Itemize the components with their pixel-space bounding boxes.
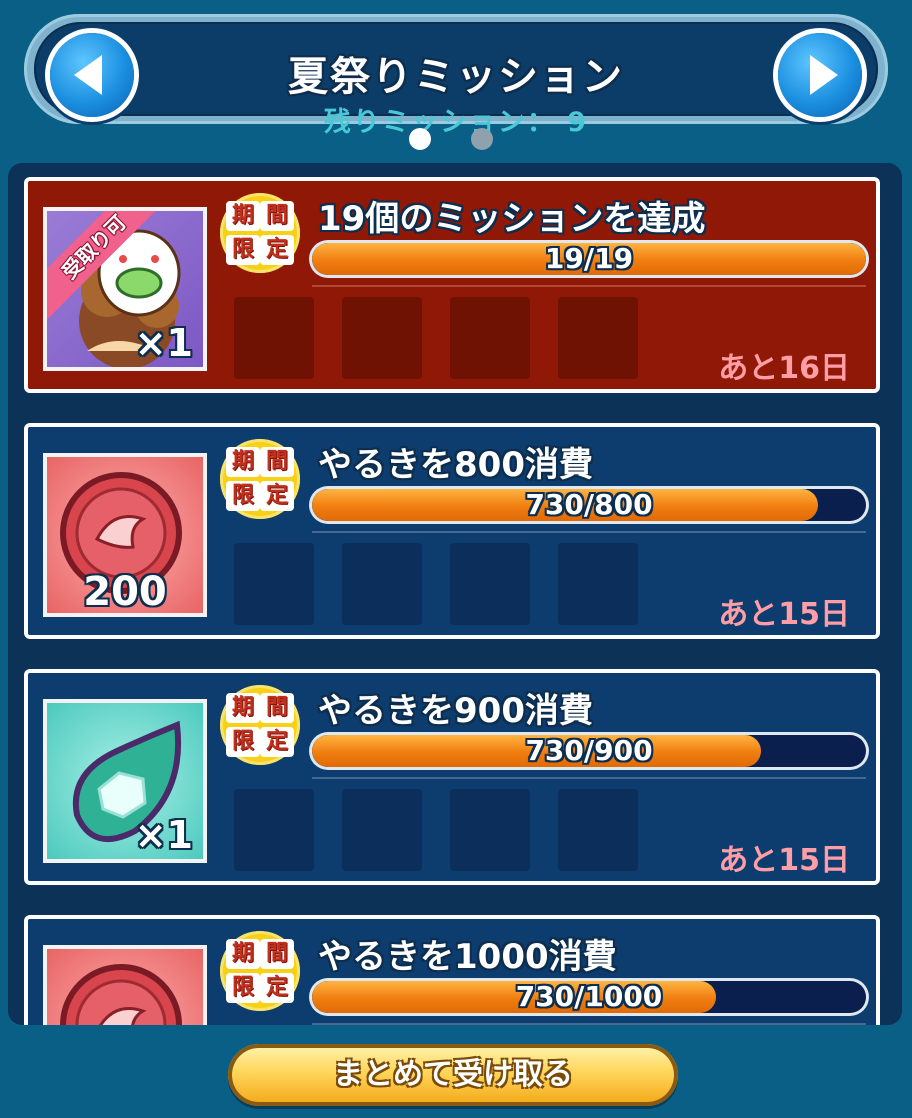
badge-char: 定 (260, 481, 294, 511)
badge-char: 定 (260, 235, 294, 265)
progress-text: 730/800 (525, 489, 653, 521)
header: 夏祭りミッション 残りミッション： 9 (24, 14, 888, 138)
reward-quantity: 200 (83, 569, 167, 615)
limited-time-badge: 期 間 限 定 (220, 193, 300, 273)
page-indicator (0, 128, 912, 152)
mission-card[interactable]: 期 間 限 定 やるきを1000消費 730/1000 (24, 915, 880, 1025)
reward-slot (234, 789, 314, 871)
mission-name: やるきを1000消費 (318, 937, 617, 977)
reward-slot (342, 789, 422, 871)
badge-char: 間 (260, 939, 294, 969)
mission-card[interactable]: ×1 期 間 限 定 やるきを900消費 730/900 あと15日 (24, 669, 880, 885)
header-inner: 夏祭りミッション 残りミッション： 9 (34, 22, 878, 138)
limited-time-badge: 期 間 限 定 (220, 685, 300, 765)
progress-bar: 19/19 (312, 243, 866, 275)
badge-char: 期 (226, 939, 260, 969)
badge-char: 限 (226, 973, 260, 1003)
badge-char: 間 (260, 201, 294, 231)
badge-char: 定 (260, 727, 294, 757)
mission-card[interactable]: 受取り可 ×1 期 間 限 定 19個のミッションを達成 19/19 あと16日 (24, 177, 880, 393)
badge-char: 限 (226, 727, 260, 757)
reward-slot (450, 789, 530, 871)
reward-slot (450, 543, 530, 625)
reward-slot (342, 297, 422, 379)
mission-card[interactable]: 200 期 間 限 定 やるきを800消費 730/800 あと15日 (24, 423, 880, 639)
mission-name: やるきを800消費 (318, 445, 593, 485)
reward-icon-box: 200 (43, 453, 207, 617)
badge-char: 間 (260, 693, 294, 723)
progress-bar: 730/900 (312, 735, 866, 767)
divider (312, 1023, 866, 1025)
progress-bar: 730/800 (312, 489, 866, 521)
badge-char: 限 (226, 481, 260, 511)
days-remaining: あと15日 (718, 597, 850, 632)
next-page-button[interactable] (778, 33, 862, 117)
days-remaining: あと15日 (718, 843, 850, 878)
page-dot[interactable] (471, 128, 493, 150)
reward-slot (558, 789, 638, 871)
mission-name: やるきを900消費 (318, 691, 593, 731)
mission-name: 19個のミッションを達成 (318, 199, 706, 239)
reward-slot (234, 297, 314, 379)
reward-slot (450, 297, 530, 379)
days-remaining: あと16日 (718, 351, 850, 386)
claim-all-button[interactable]: まとめて受け取る (228, 1044, 678, 1106)
badge-char: 期 (226, 693, 260, 723)
page-dot-active[interactable] (409, 128, 431, 150)
divider (312, 777, 866, 779)
progress-text: 730/900 (525, 735, 653, 767)
limited-time-badge: 期 間 限 定 (220, 439, 300, 519)
divider (312, 285, 866, 287)
reward-quantity: ×1 (134, 813, 193, 857)
reward-icon-box: 受取り可 ×1 (43, 207, 207, 371)
reward-slot (234, 543, 314, 625)
reward-quantity: ×1 (134, 321, 193, 365)
limited-time-badge: 期 間 限 定 (220, 931, 300, 1011)
reward-icon-box: ×1 (43, 699, 207, 863)
progress-text: 730/1000 (515, 981, 663, 1013)
progress-text: 19/19 (544, 243, 634, 275)
badge-char: 限 (226, 235, 260, 265)
badge-char: 期 (226, 447, 260, 477)
reward-icon-box (43, 945, 207, 1025)
reward-slot (558, 297, 638, 379)
page-title: 夏祭りミッション (288, 54, 624, 100)
arrow-right-icon (810, 55, 838, 95)
divider (312, 531, 866, 533)
reward-slot (342, 543, 422, 625)
reward-slot (558, 543, 638, 625)
badge-char: 間 (260, 447, 294, 477)
red-coin-icon (60, 964, 182, 1025)
progress-bar: 730/1000 (312, 981, 866, 1013)
badge-char: 定 (260, 973, 294, 1003)
mission-list[interactable]: 受取り可 ×1 期 間 限 定 19個のミッションを達成 19/19 あと16日 (8, 163, 902, 1025)
badge-char: 期 (226, 201, 260, 231)
